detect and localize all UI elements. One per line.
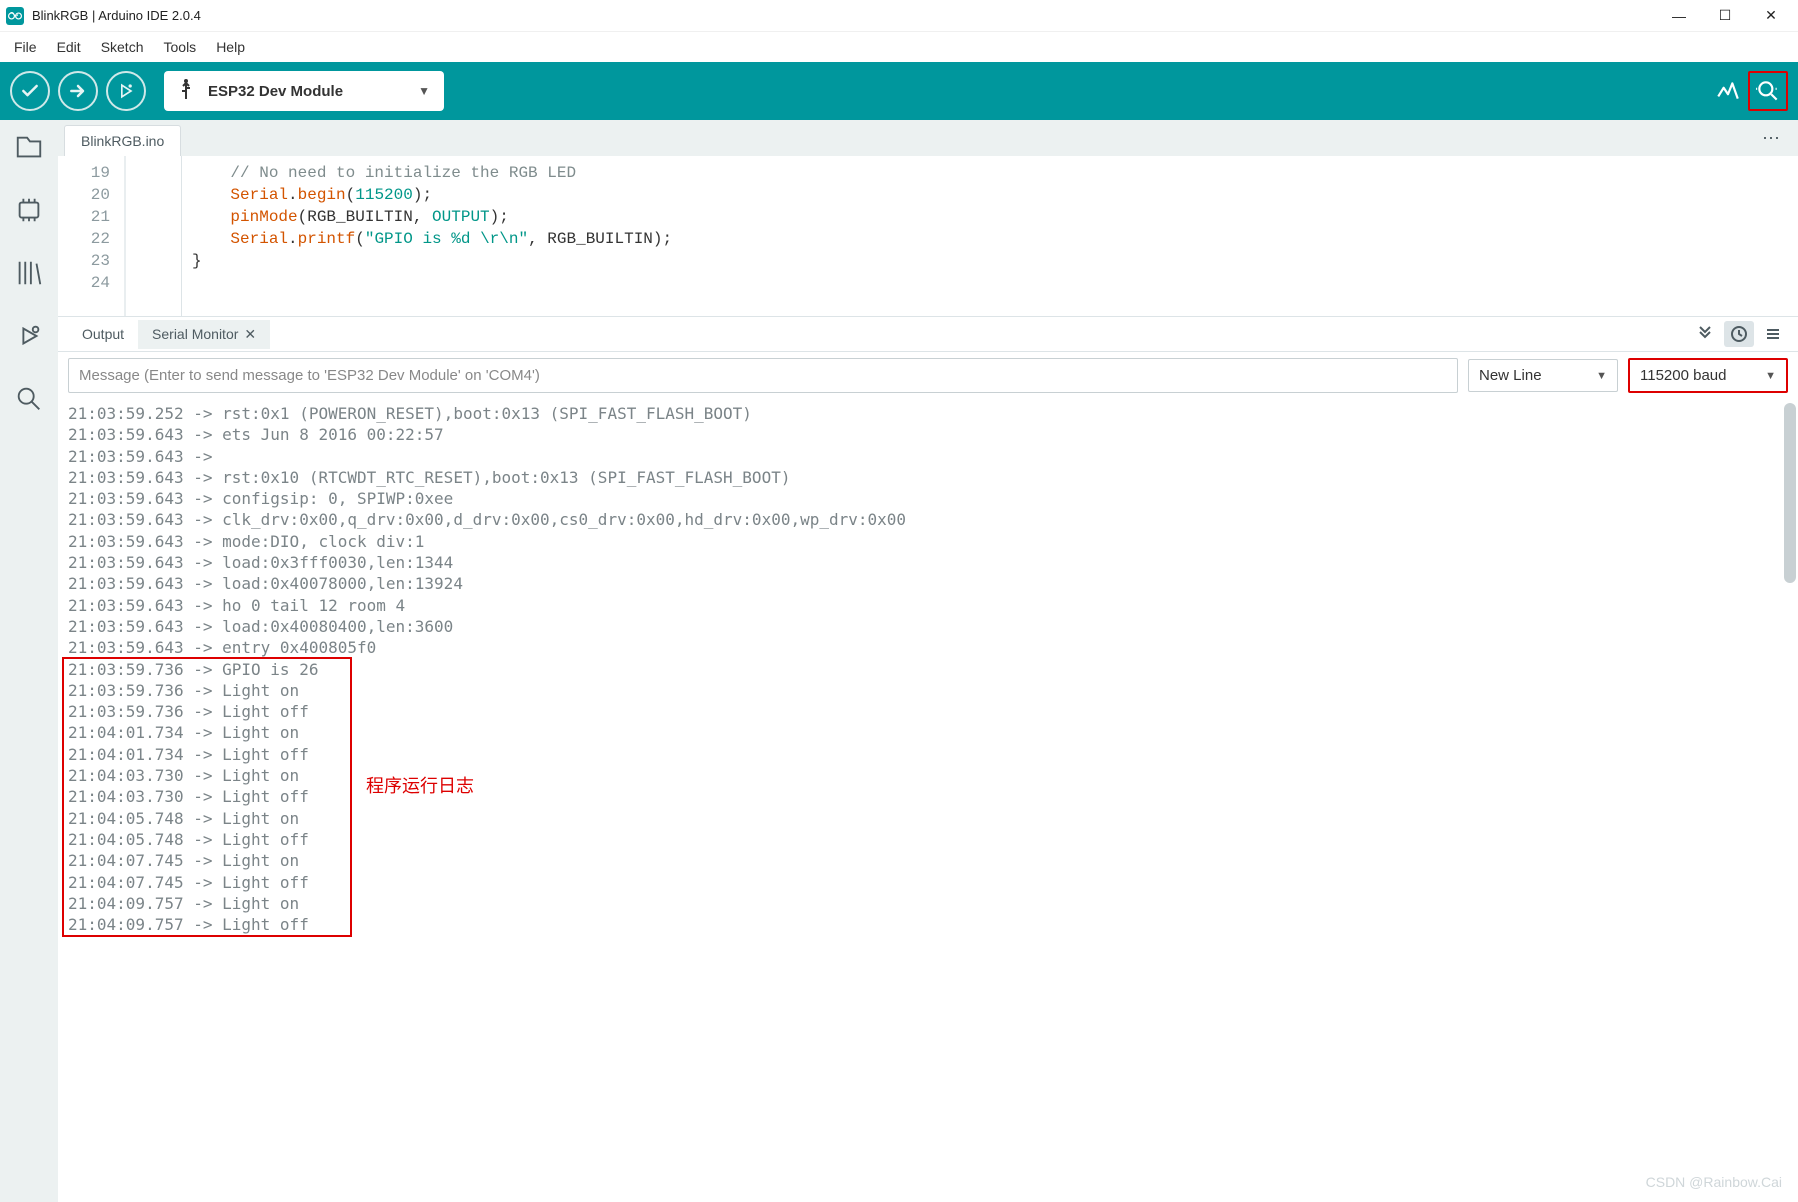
debug-icon[interactable] [14,321,44,356]
clear-output-icon[interactable] [1758,321,1788,347]
expand-icon[interactable] [1690,321,1720,347]
toolbar: ESP32 Dev Module ▼ [0,62,1798,120]
tab-serial-monitor[interactable]: Serial Monitor✕ [138,320,270,349]
monitor-line: 21:04:09.757 -> Light off [68,914,1788,935]
baud-rate-select[interactable]: 115200 baud ▼ [1628,358,1788,393]
monitor-line: 21:04:01.734 -> Light on [68,722,1788,743]
tab-sketch[interactable]: BlinkRGB.ino [64,125,181,156]
monitor-output[interactable]: 21:03:59.252 -> rst:0x1 (POWERON_RESET),… [58,399,1798,1202]
watermark: CSDN @Rainbow.Cai [1646,1174,1782,1190]
minimize-button[interactable]: — [1656,0,1702,32]
code-editor[interactable]: 19 20 21 22 23 24 // No need to initiali… [58,156,1798,316]
bottom-panel-tabs: Output Serial Monitor✕ [58,316,1798,352]
app-icon [6,7,24,25]
tab-overflow-icon[interactable]: ⋯ [1762,128,1782,149]
sidebar [0,120,58,1202]
monitor-line: 21:03:59.736 -> Light off [68,701,1788,722]
monitor-line: 21:03:59.643 -> [68,446,1788,467]
monitor-line: 21:04:03.730 -> Light off [68,786,1788,807]
menu-help[interactable]: Help [206,35,255,59]
close-button[interactable]: ✕ [1748,0,1794,32]
line-gutter: 19 20 21 22 23 24 [58,156,126,316]
upload-button[interactable] [58,71,98,111]
toggle-timestamp-icon[interactable] [1724,321,1754,347]
library-manager-icon[interactable] [14,258,44,293]
close-icon[interactable]: ✕ [244,326,256,342]
monitor-line: 21:04:05.748 -> Light on [68,808,1788,829]
menu-file[interactable]: File [4,35,47,59]
tab-output[interactable]: Output [68,320,138,348]
monitor-line: 21:04:05.748 -> Light off [68,829,1788,850]
menu-tools[interactable]: Tools [154,35,207,59]
menubar: File Edit Sketch Tools Help [0,32,1798,62]
search-icon[interactable] [14,384,44,419]
code-content[interactable]: // No need to initialize the RGB LED Ser… [182,154,1798,316]
monitor-line: 21:03:59.643 -> load:0x40078000,len:1392… [68,573,1788,594]
usb-icon [178,79,194,104]
monitor-message-input[interactable]: Message (Enter to send message to 'ESP32… [68,358,1458,393]
line-ending-select[interactable]: New Line ▼ [1468,359,1618,392]
serial-monitor-button[interactable] [1748,71,1788,111]
monitor-line: 21:03:59.643 -> configsip: 0, SPIWP:0xee [68,488,1788,509]
board-selector[interactable]: ESP32 Dev Module ▼ [164,71,444,111]
annotation-log: 程序运行日志 [366,776,474,797]
monitor-line: 21:03:59.643 -> clk_drv:0x00,q_drv:0x00,… [68,509,1788,530]
monitor-line: 21:03:59.643 -> ho 0 tail 12 room 4 [68,595,1788,616]
menu-sketch[interactable]: Sketch [91,35,154,59]
monitor-controls: Message (Enter to send message to 'ESP32… [58,352,1798,399]
monitor-line: 21:04:07.745 -> Light off [68,872,1788,893]
chevron-down-icon: ▼ [1578,370,1607,382]
scrollbar-thumb[interactable] [1784,403,1796,583]
chevron-down-icon: ▼ [418,84,430,98]
menu-edit[interactable]: Edit [47,35,91,59]
monitor-line: 21:03:59.643 -> ets Jun 8 2016 00:22:57 [68,424,1788,445]
monitor-line: 21:04:01.734 -> Light off [68,744,1788,765]
maximize-button[interactable]: ☐ [1702,0,1748,32]
monitor-line: 21:03:59.643 -> entry 0x400805f0 [68,637,1788,658]
verify-button[interactable] [10,71,50,111]
monitor-line: 21:03:59.736 -> Light on [68,680,1788,701]
chevron-down-icon: ▼ [1747,370,1776,382]
monitor-line: 21:04:07.745 -> Light on [68,850,1788,871]
editor-tabs: BlinkRGB.ino ⋯ [58,120,1798,156]
monitor-line: 21:03:59.643 -> mode:DIO, clock div:1 [68,531,1788,552]
serial-plotter-button[interactable] [1708,71,1748,111]
sketchbook-icon[interactable] [14,132,44,167]
debug-button[interactable] [106,71,146,111]
monitor-line: 21:04:09.757 -> Light on [68,893,1788,914]
monitor-line: 21:03:59.643 -> rst:0x10 (RTCWDT_RTC_RES… [68,467,1788,488]
monitor-line: 21:04:03.730 -> Light on [68,765,1788,786]
board-name: ESP32 Dev Module [208,83,418,100]
window-title: BlinkRGB | Arduino IDE 2.0.4 [32,8,201,23]
tab-label: BlinkRGB.ino [81,133,164,149]
titlebar: BlinkRGB | Arduino IDE 2.0.4 — ☐ ✕ [0,0,1798,32]
monitor-line: 21:03:59.643 -> load:0x40080400,len:3600 [68,616,1788,637]
monitor-line: 21:03:59.252 -> rst:0x1 (POWERON_RESET),… [68,403,1788,424]
monitor-line: 21:03:59.643 -> load:0x3fff0030,len:1344 [68,552,1788,573]
monitor-line: 21:03:59.736 -> GPIO is 26 [68,659,1788,680]
boards-manager-icon[interactable] [14,195,44,230]
